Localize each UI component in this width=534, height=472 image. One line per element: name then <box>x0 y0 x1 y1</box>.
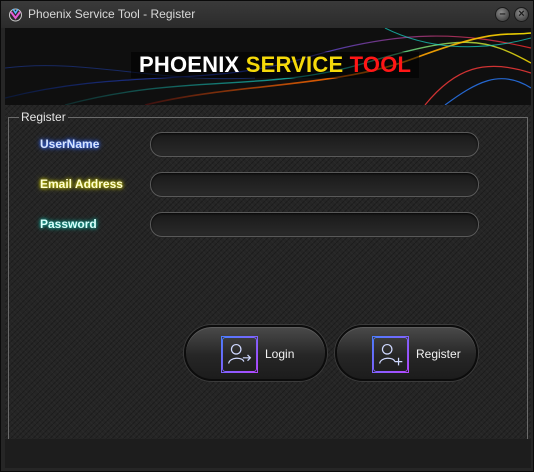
banner-title-part1: PHOENIX <box>139 52 240 77</box>
username-label: UserName <box>40 137 100 151</box>
minimize-icon: – <box>499 8 506 20</box>
banner-title-part2: SERVICE <box>245 52 344 77</box>
minimize-button[interactable]: – <box>495 7 510 22</box>
email-label: Email Address <box>40 177 123 191</box>
window-title: Phoenix Service Tool - Register <box>28 7 196 21</box>
login-button[interactable]: Login <box>184 325 327 381</box>
close-icon: × <box>518 8 525 20</box>
title-bar[interactable]: Phoenix Service Tool - Register – × <box>1 1 533 28</box>
banner-title: PHOENIX SERVICE TOOL <box>131 52 420 78</box>
user-plus-icon <box>372 336 409 373</box>
username-input[interactable] <box>150 132 479 157</box>
header-banner: PHOENIX SERVICE TOOL <box>5 28 531 105</box>
register-groupbox <box>8 117 528 442</box>
password-label: Password <box>40 217 97 231</box>
email-input[interactable] <box>150 172 479 197</box>
login-label: Login <box>265 347 295 361</box>
password-input[interactable] <box>150 212 479 237</box>
groupbox-label: Register <box>19 110 68 124</box>
banner-title-part3: TOOL <box>349 52 412 77</box>
register-label: Register <box>416 347 461 361</box>
user-arrow-right-icon <box>221 336 258 373</box>
close-button[interactable]: × <box>514 7 529 22</box>
footer-bar <box>5 439 531 468</box>
register-button[interactable]: Register <box>335 325 478 381</box>
phoenix-logo-icon <box>9 8 22 22</box>
app-window: Phoenix Service Tool - Register – × PHOE… <box>0 0 534 472</box>
